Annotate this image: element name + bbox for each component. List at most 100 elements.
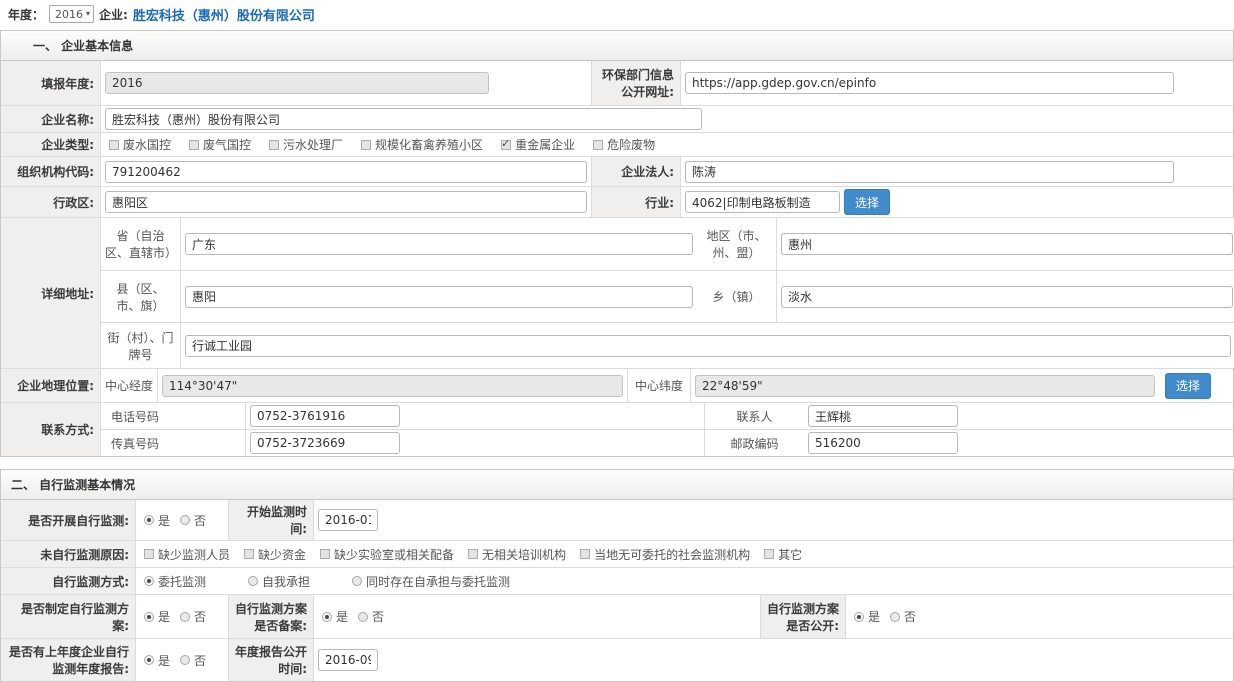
option-label: 是: [158, 512, 170, 529]
street-label: 街（村）、门牌号: [101, 323, 181, 368]
company-type-option-hazardous-waste[interactable]: 危险废物: [593, 136, 655, 153]
env-url-input[interactable]: [685, 72, 1174, 94]
row-prev-report: 是否有上年度企业自行监测年度报告: 是 否 年度报告公开时间:: [1, 638, 1233, 681]
geo-label: 企业地理位置:: [1, 369, 101, 402]
plan-filed-no[interactable]: 否: [358, 608, 384, 625]
prev-report-radios: 是 否: [136, 639, 229, 681]
plan-public-yes[interactable]: 是: [854, 608, 880, 625]
longitude-input[interactable]: [162, 375, 623, 397]
company-type-option-sewage-plant[interactable]: 污水处理厂: [269, 136, 343, 153]
option-label: 自我承担: [262, 573, 310, 590]
report-year-cell: [101, 61, 591, 105]
radio-icon: [144, 576, 154, 586]
plan-filed-radios: 是 否: [314, 595, 761, 638]
start-time-cell: [314, 500, 1233, 540]
address-subrow-2: 县（区、市、旗） 乡（镇）: [101, 270, 1234, 322]
option-label: 同时存在自承担与委托监测: [366, 573, 510, 590]
mode-label: 自行监测方式:: [1, 568, 136, 594]
start-time-input[interactable]: [318, 509, 378, 531]
region-input[interactable]: [781, 233, 1233, 255]
fax-label: 传真号码: [101, 430, 246, 456]
latitude-label: 中心纬度: [628, 369, 691, 402]
no-reason-option-lab[interactable]: 缺少实验室或相关配备: [320, 546, 454, 563]
plan-made-yes[interactable]: 是: [144, 608, 170, 625]
org-code-input[interactable]: [105, 161, 587, 183]
radio-icon: [854, 612, 864, 622]
self-monitoring-table: 是否开展自行监测: 是 否 开始监测时间: 未自行监测原因: 缺少监测人员: [0, 500, 1234, 682]
town-cell: [777, 271, 1234, 322]
company-type-option-wastewater[interactable]: 废水国控: [109, 136, 171, 153]
year-select[interactable]: 2016 ▾: [49, 5, 94, 23]
no-reason-option-other[interactable]: 其它: [764, 546, 802, 563]
option-label: 否: [194, 512, 206, 529]
mode-options: 委托监测 自我承担 同时存在自承担与委托监测: [136, 568, 1233, 594]
carry-out-no[interactable]: 否: [180, 512, 206, 529]
no-reason-option-staff[interactable]: 缺少监测人员: [144, 546, 230, 563]
contact-person-cell: [804, 403, 1233, 429]
fax-input[interactable]: [250, 432, 400, 454]
plan-public-radios: 是 否: [846, 595, 1233, 638]
option-label: 重金属企业: [515, 136, 575, 153]
company-label: 企业:: [99, 6, 128, 23]
row-contact: 联系方式: 电话号码 联系人 传真号码 邮政编码: [1, 402, 1233, 456]
radio-icon: [144, 515, 154, 525]
mode-option-both[interactable]: 同时存在自承担与委托监测: [352, 573, 510, 590]
no-reason-option-training[interactable]: 无相关培训机构: [468, 546, 566, 563]
radio-icon: [180, 655, 190, 665]
env-url-label: 环保部门信息公开网址:: [591, 61, 681, 105]
geo-select-button[interactable]: 选择: [1165, 373, 1211, 399]
province-input[interactable]: [185, 233, 693, 255]
no-reason-option-funds[interactable]: 缺少资金: [244, 546, 306, 563]
prev-report-no[interactable]: 否: [180, 652, 206, 669]
contact-person-input[interactable]: [808, 405, 958, 427]
option-label: 缺少监测人员: [158, 546, 230, 563]
mode-option-self[interactable]: 自我承担: [248, 573, 310, 590]
section1-header: 一、 企业基本信息: [0, 30, 1234, 61]
district-input[interactable]: [105, 191, 587, 213]
checkbox-icon: [244, 549, 254, 559]
year-label: 年度：: [8, 6, 44, 23]
report-time-input[interactable]: [318, 649, 378, 671]
legal-person-input[interactable]: [685, 161, 1174, 183]
radio-icon: [248, 576, 258, 586]
phone-input[interactable]: [250, 405, 400, 427]
prev-report-yes[interactable]: 是: [144, 652, 170, 669]
checkbox-icon: [144, 549, 154, 559]
street-input[interactable]: [185, 335, 1231, 357]
company-type-option-wastegas[interactable]: 废气国控: [189, 136, 251, 153]
latitude-input[interactable]: [695, 375, 1155, 397]
company-name-input[interactable]: [105, 108, 702, 130]
zip-input[interactable]: [808, 432, 958, 454]
mode-option-delegated[interactable]: 委托监测: [144, 573, 206, 590]
legal-person-label: 企业法人:: [591, 157, 681, 186]
carry-out-yes[interactable]: 是: [144, 512, 170, 529]
option-label: 否: [904, 608, 916, 625]
industry-select-button[interactable]: 选择: [844, 189, 890, 215]
checkbox-icon: [764, 549, 774, 559]
industry-input[interactable]: [685, 191, 840, 213]
region-label: 地区（市、州、盟）: [697, 218, 777, 270]
row-no-reason: 未自行监测原因: 缺少监测人员 缺少资金 缺少实验室或相关配备 无相关培训机构 …: [1, 540, 1233, 567]
county-input[interactable]: [185, 286, 693, 308]
topbar: 年度： 2016 ▾ 企业: 胜宏科技（惠州）股份有限公司: [0, 0, 1234, 28]
no-reason-option-no-agency[interactable]: 当地无可委托的社会监测机构: [580, 546, 750, 563]
town-input[interactable]: [781, 286, 1233, 308]
company-type-option-livestock[interactable]: 规模化畜禽养殖小区: [361, 136, 483, 153]
address-group: 省（自治区、直辖市） 地区（市、州、盟） 县（区、市、旗） 乡（镇）: [101, 218, 1234, 368]
plan-public-no[interactable]: 否: [890, 608, 916, 625]
report-time-label: 年度报告公开时间:: [229, 639, 314, 681]
env-url-cell: [681, 61, 1233, 105]
checkbox-icon: [593, 140, 603, 150]
report-year-input[interactable]: [105, 72, 489, 94]
company-type-option-heavy-metal[interactable]: 重金属企业: [501, 136, 575, 153]
plan-filed-yes[interactable]: 是: [322, 608, 348, 625]
province-cell: [181, 218, 697, 270]
plan-made-no[interactable]: 否: [180, 608, 206, 625]
report-year-label: 填报年度:: [1, 61, 101, 105]
section2-header: 二、 自行监测基本情况: [0, 469, 1234, 500]
company-name-label: 企业名称:: [1, 106, 101, 132]
carry-out-label: 是否开展自行监测:: [1, 500, 136, 540]
chevron-down-icon: ▾: [86, 10, 90, 18]
plan-made-label: 是否制定自行监测方案:: [1, 595, 136, 638]
option-label: 废水国控: [123, 136, 171, 153]
